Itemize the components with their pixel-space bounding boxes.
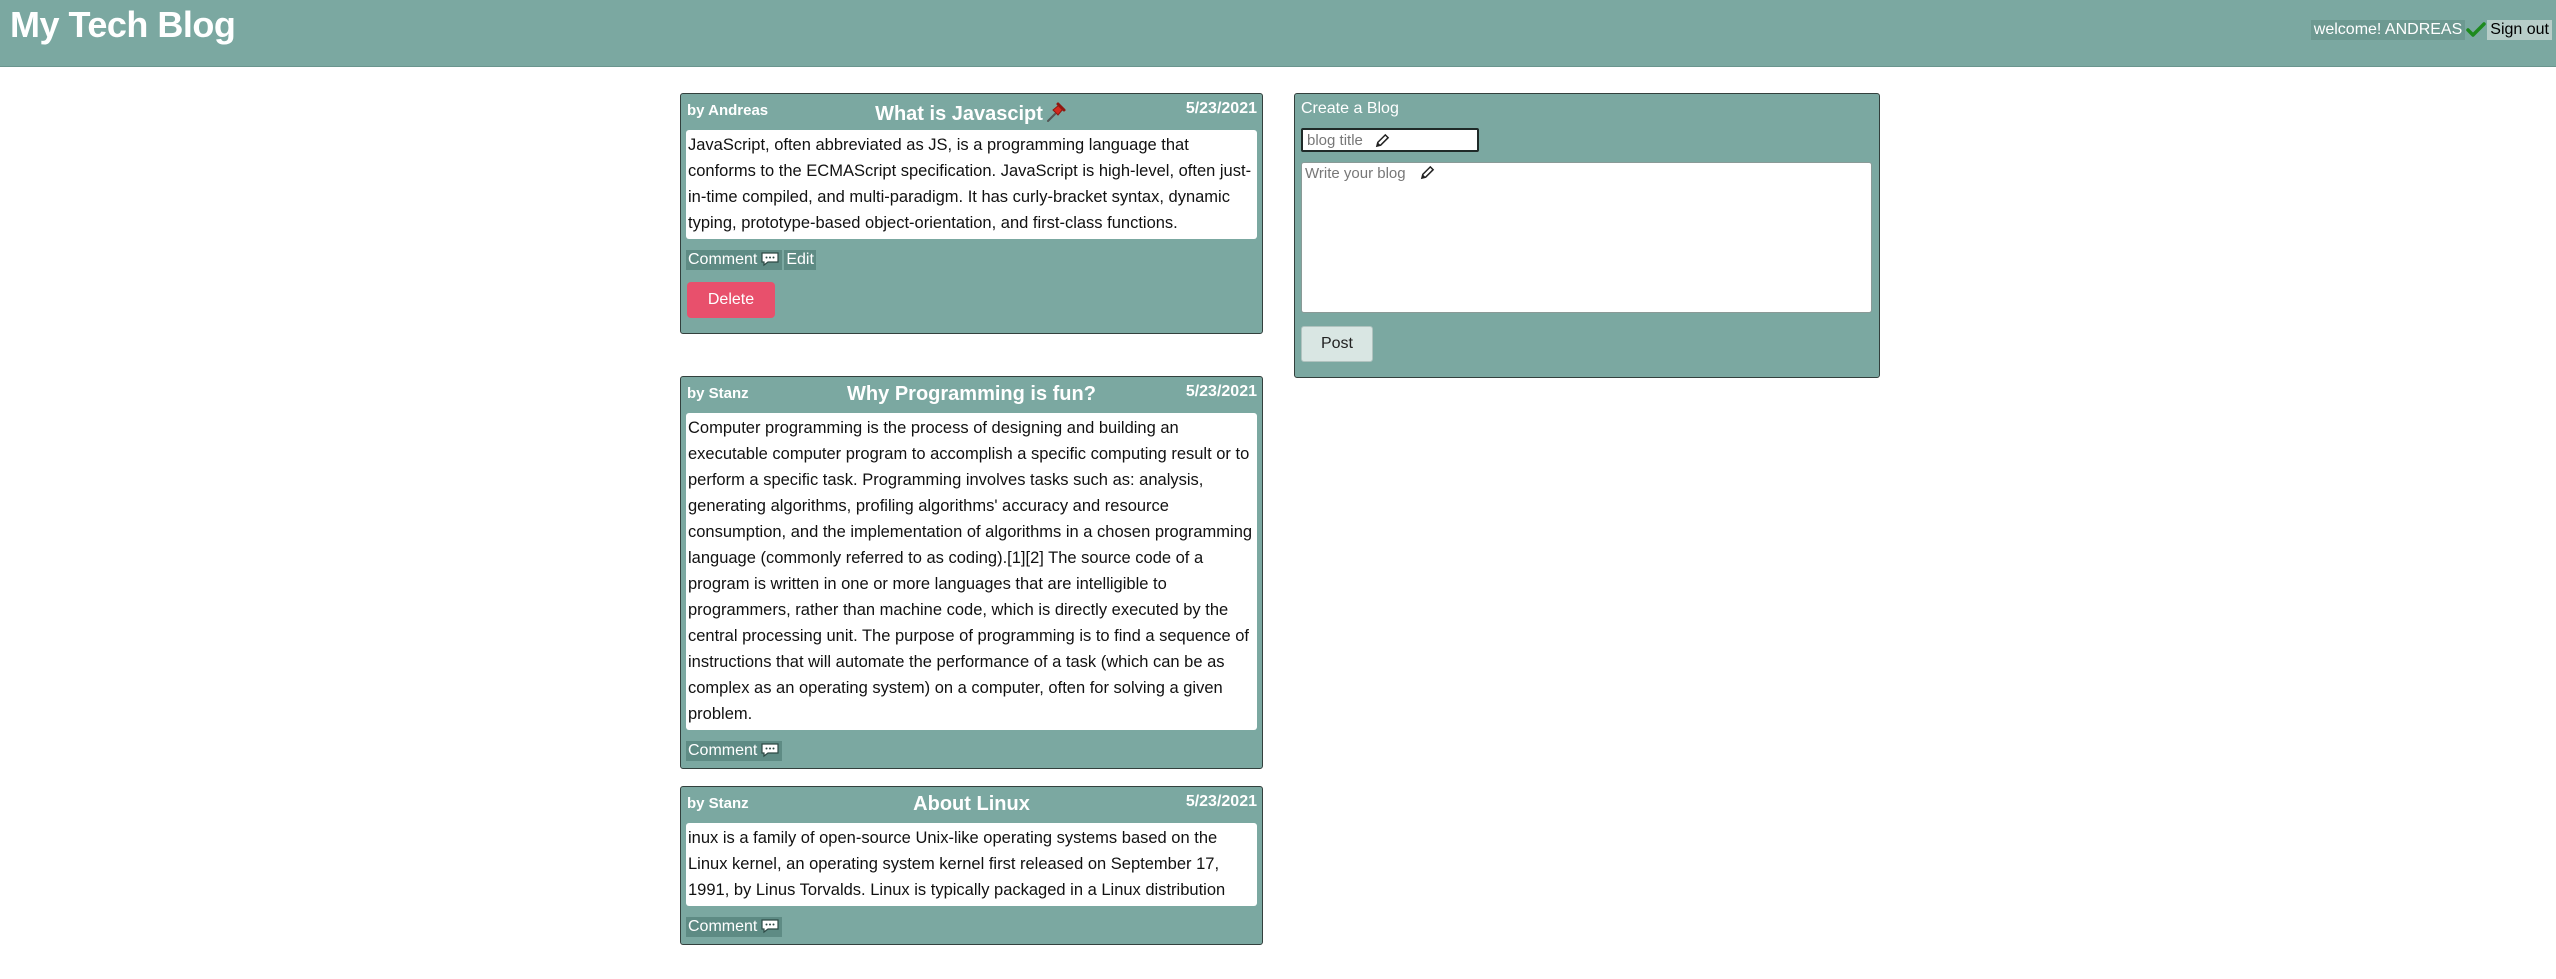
site-title[interactable]: My Tech Blog [10,4,236,46]
post-header: What is Javascipt by Andreas 5/23/2021 [681,94,1262,130]
post-body: inux is a family of open-source Unix-lik… [686,823,1257,906]
post-body: JavaScript, often abbreviated as JS, is … [686,130,1257,239]
post-date: 5/23/2021 [1185,100,1257,117]
post-header: Why Programming is fun? by Stanz 5/23/20… [681,377,1262,413]
post-author: by Stanz [687,795,749,812]
comment-label: Comment [688,251,758,268]
comment-label: Comment [688,918,758,935]
post-date: 5/23/2021 [1185,793,1257,810]
comment-button[interactable]: Comment [686,917,783,937]
top-navbar: My Tech Blog welcome! ANDREAS Sign out [0,0,2556,67]
post-date: 5/23/2021 [1185,383,1257,400]
post-actions: Comment Edit [681,239,1262,271]
checkmark-icon [2466,22,2487,37]
speech-bubble-icon [761,919,779,934]
post-title-wrap: Why Programming is fun? [681,383,1262,406]
post-actions: Comment [681,906,1262,944]
post-author: by Andreas [687,102,769,119]
pushpin-icon [1046,102,1066,122]
sign-out-button[interactable]: Sign out [2487,20,2552,40]
post-title[interactable]: What is Javascipt [875,103,1043,125]
post-title-wrap: About Linux [681,793,1262,816]
comment-button[interactable]: Comment [686,741,783,761]
edit-button[interactable]: Edit [784,250,816,270]
pencil-icon [1420,165,1435,180]
blog-post-card: What is Javascipt by Andreas 5/23/2021 J… [680,93,1263,334]
post-button[interactable]: Post [1301,326,1373,362]
pencil-icon [1375,133,1390,148]
comment-button[interactable]: Comment [686,250,783,270]
comment-label: Comment [688,742,758,759]
speech-bubble-icon [761,252,779,267]
blog-post-card: About Linux by Stanz 5/23/2021 inux is a… [680,786,1263,945]
delete-button[interactable]: Delete [687,282,775,318]
welcome-text: welcome! ANDREAS [2310,20,2466,40]
post-title[interactable]: Why Programming is fun? [847,383,1096,405]
speech-bubble-icon [761,743,779,758]
post-actions: Comment [681,730,1262,768]
user-area: welcome! ANDREAS Sign out [2310,18,2552,42]
blog-body-textarea[interactable] [1301,162,1872,313]
blog-title-input[interactable] [1301,128,1479,152]
create-blog-panel: Create a Blog Post [1294,93,1880,378]
post-body: Computer programming is the process of d… [686,413,1257,730]
post-title-wrap: What is Javascipt [681,100,1262,126]
create-blog-heading: Create a Blog [1301,100,1399,117]
post-title[interactable]: About Linux [913,793,1030,815]
post-author: by Stanz [687,385,749,402]
blog-post-card: Why Programming is fun? by Stanz 5/23/20… [680,376,1263,769]
post-header: About Linux by Stanz 5/23/2021 [681,787,1262,823]
